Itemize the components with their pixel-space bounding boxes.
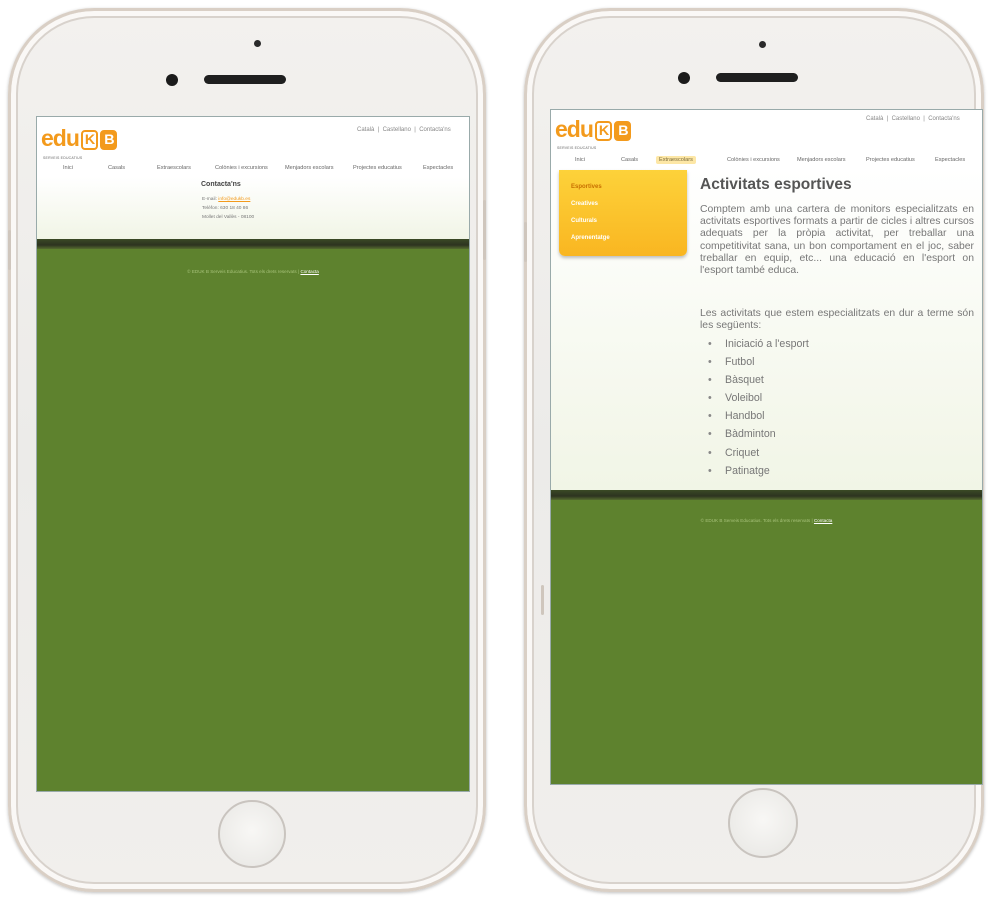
lang-separator: |	[886, 116, 889, 122]
nav-item-projectes[interactable]: Projectes educatius	[866, 157, 915, 163]
home-button[interactable]	[728, 788, 798, 858]
category-creatives[interactable]: Creatives	[571, 201, 598, 207]
lang-separator: |	[377, 127, 380, 133]
nav-item-extraescolars[interactable]: Extraescolars	[656, 156, 696, 164]
list-item: Handbol	[701, 410, 809, 428]
site-header: edu K B SERVEIS EDUCATIUS Català | Castell…	[551, 110, 982, 170]
contact-email: E-mail: info@edukb.es	[202, 197, 250, 202]
language-switcher: Català | Castellano | Contacta'ns	[357, 127, 451, 133]
site-logo[interactable]: edu K B	[41, 125, 118, 152]
list-item: Bàdminton	[701, 428, 809, 446]
list-item: Voleibol	[701, 392, 809, 410]
nav-item-inici[interactable]: Inici	[575, 157, 585, 163]
nav-item-espectacles[interactable]: Espectacles	[935, 157, 965, 163]
page-title: Contacta'ns	[201, 181, 241, 188]
footer-divider	[551, 490, 982, 500]
site-footer: © EDUK B Serveis Educatius. Tots els dre…	[37, 269, 469, 274]
header-contact-link[interactable]: Contacta'ns	[419, 127, 451, 133]
category-menu: Esportives Creatives Culturals Aprenenta…	[559, 170, 687, 256]
lang-catala-link[interactable]: Català	[866, 116, 883, 122]
logo-text: edu	[41, 125, 80, 151]
list-item: Criquet	[701, 447, 809, 465]
copyright-text: © EDUK B Serveis Educatius. Tots els dre…	[700, 518, 813, 523]
list-item: Bàsquet	[701, 374, 809, 392]
front-camera	[678, 72, 690, 84]
language-switcher: Català | Castellano | Contacta'ns	[866, 116, 960, 122]
category-esportives[interactable]: Esportives	[571, 184, 602, 190]
nav-item-casals[interactable]: Casals	[621, 157, 638, 163]
email-link[interactable]: info@edukb.es	[218, 197, 250, 202]
contact-phone: Telèfon: 630 18 40 86	[202, 206, 249, 211]
proximity-sensor	[759, 41, 766, 48]
nav-item-espectacles[interactable]: Espectacles	[423, 165, 453, 171]
site-footer: © EDUK B Serveis Educatius. Tots els dre…	[551, 518, 982, 523]
nav-item-colonies[interactable]: Colònies i excursions	[215, 165, 268, 171]
intro-paragraph: Comptem amb una cartera de monitors espe…	[700, 204, 974, 277]
logo-b: B	[614, 120, 632, 142]
content-area: Contacta'ns E-mail: info@edukb.es Telèfo…	[37, 177, 469, 239]
list-item: Futbol	[701, 356, 809, 374]
lang-castellano-link[interactable]: Castellano	[383, 127, 411, 133]
earpiece-speaker	[716, 73, 798, 82]
phone-side-button	[541, 585, 544, 615]
category-culturals[interactable]: Culturals	[571, 218, 597, 224]
home-button[interactable]	[218, 800, 286, 868]
footer-contact-link[interactable]: Contacta	[814, 518, 832, 523]
page-title: Activitats esportives	[700, 176, 852, 193]
screen-activities: edu K B SERVEIS EDUCATIUS Català | Castell…	[550, 109, 983, 785]
nav-item-casals[interactable]: Casals	[108, 165, 125, 171]
logo-text: edu	[555, 116, 594, 142]
proximity-sensor	[254, 40, 261, 47]
lang-separator: |	[923, 116, 925, 122]
logo-b: B	[100, 129, 118, 151]
front-camera	[166, 74, 178, 86]
lang-castellano-link[interactable]: Castellano	[892, 116, 920, 122]
list-item: Patinatge	[701, 465, 809, 483]
copyright-text: © EDUK B Serveis Educatius. Tots els dre…	[187, 269, 300, 274]
logo-tagline: SERVEIS EDUCATIUS	[557, 146, 597, 150]
phone-side-button	[483, 200, 486, 260]
nav-item-extraescolars[interactable]: Extraescolars	[157, 165, 191, 171]
category-aprenentatge[interactable]: Aprenentatge	[571, 235, 610, 241]
site-logo[interactable]: edu K B	[555, 116, 632, 143]
email-label: E-mail:	[202, 197, 217, 202]
header-contact-link[interactable]: Contacta'ns	[928, 116, 960, 122]
activities-list: Iniciació a l'esport Futbol Bàsquet Vole…	[701, 338, 809, 483]
phone-side-button	[524, 222, 527, 262]
list-item: Iniciació a l'esport	[701, 338, 809, 356]
lang-separator: |	[414, 127, 416, 133]
footer-divider	[37, 239, 469, 249]
logo-k: K	[80, 129, 99, 151]
logo-tagline: SERVEIS EDUCATIUS	[43, 156, 83, 160]
nav-item-menjadors[interactable]: Menjadors escolars	[797, 157, 846, 163]
list-intro-paragraph: Les activitats que estem especialitzats …	[700, 308, 974, 332]
nav-item-projectes[interactable]: Projectes educatius	[353, 165, 402, 171]
logo-k: K	[594, 120, 613, 142]
nav-item-inici[interactable]: Inici	[63, 165, 73, 171]
earpiece-speaker	[204, 75, 286, 84]
nav-item-menjadors[interactable]: Menjadors escolars	[285, 165, 334, 171]
lang-catala-link[interactable]: Català	[357, 127, 374, 133]
screen-contact: edu K B SERVEIS EDUCATIUS Català | Castell…	[36, 116, 470, 792]
nav-item-colonies[interactable]: Colònies i excursions	[727, 157, 780, 163]
footer-contact-link[interactable]: Contacta	[300, 269, 318, 274]
site-header: edu K B SERVEIS EDUCATIUS Català | Castell…	[37, 117, 469, 179]
contact-address: Mollet del Vallès - 08100	[202, 215, 255, 220]
phone-side-button	[8, 230, 11, 270]
